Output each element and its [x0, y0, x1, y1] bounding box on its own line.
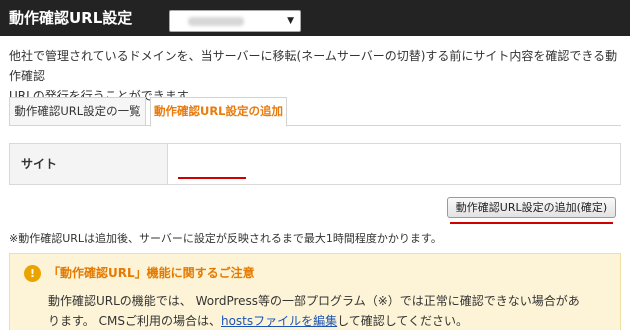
- description-line-1: 他社で管理されているドメインを、当サーバーに移転(ネームサーバーの切替)する前に…: [9, 49, 618, 83]
- site-label: サイト: [10, 144, 168, 184]
- notice-body-line-1: 動作確認URLの機能では、 WordPress等の一部プログラム（※）では正常に…: [48, 294, 580, 308]
- notice-body: 動作確認URLの機能では、 WordPress等の一部プログラム（※）では正常に…: [48, 291, 608, 330]
- site-form-row: サイト: [9, 143, 621, 185]
- hosts-file-edit-link[interactable]: hostsファイルを編集: [221, 314, 337, 328]
- page-header: 動作確認URL設定: [0, 0, 630, 36]
- site-select[interactable]: ▼: [169, 10, 301, 32]
- add-url-setting-confirm-button[interactable]: 動作確認URL設定の追加(確定): [447, 197, 616, 218]
- reflection-time-note: ※動作確認URLは追加後、サーバーに設定が反映されるまで最大1時間程度かかります…: [9, 232, 442, 245]
- page-title: 動作確認URL設定: [9, 9, 133, 27]
- tab-bar: 動作確認URL設定の一覧 動作確認URL設定の追加: [9, 97, 621, 127]
- chevron-down-icon: ▼: [287, 16, 294, 26]
- tab-url-settings-list[interactable]: 動作確認URL設定の一覧: [9, 97, 146, 126]
- red-annotation-underline-select: [178, 177, 246, 179]
- notice-text-before-link: ります。 CMSご利用の場合は、: [48, 314, 221, 328]
- notice-body-line-2: ります。 CMSご利用の場合は、hostsファイルを編集して確認してください。: [48, 311, 608, 330]
- tab-add-url-setting[interactable]: 動作確認URL設定の追加: [150, 97, 287, 127]
- blurred-site-value: [188, 17, 244, 26]
- caution-notice-box: ! 「動作確認URL」機能に関するご注意 動作確認URLの機能では、 WordP…: [9, 253, 621, 330]
- warning-icon: !: [24, 265, 41, 282]
- notice-title: 「動作確認URL」機能に関するご注意: [48, 266, 255, 280]
- red-annotation-underline-button: [450, 222, 613, 224]
- notice-text-after-link: して確認してください。: [337, 314, 469, 328]
